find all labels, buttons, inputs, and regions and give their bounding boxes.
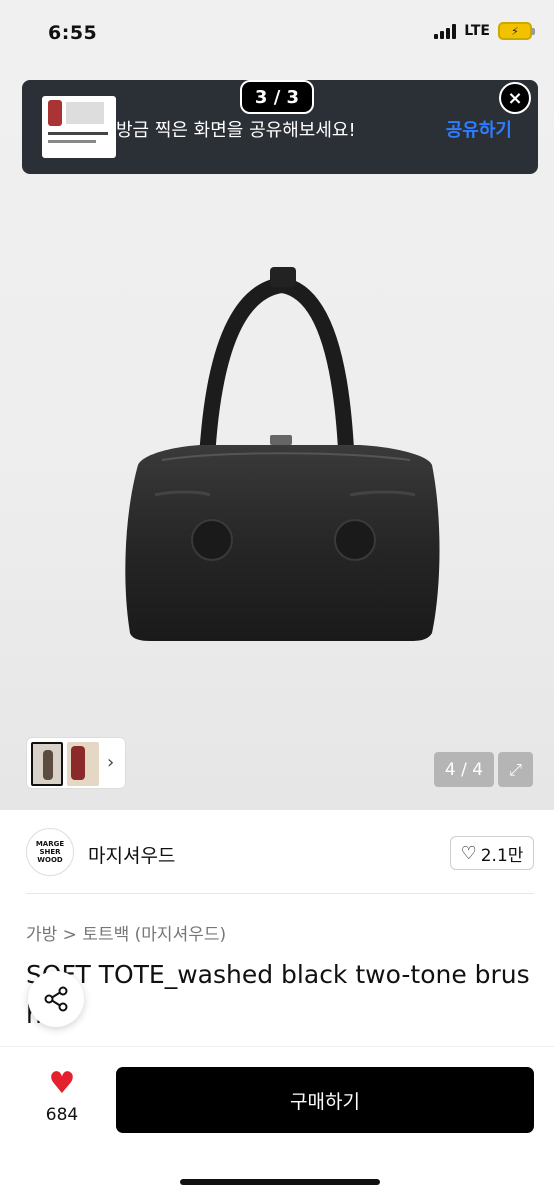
share-message: 방금 찍은 화면을 공유해보세요! [116, 120, 356, 141]
share-button[interactable] [28, 971, 84, 1027]
breadcrumb[interactable]: 가방 > 토트백 (마지셔우드) [26, 920, 226, 945]
wishlist-button[interactable]: ♥ 684 [34, 1066, 90, 1126]
status-time: 6:55 [48, 22, 98, 44]
chevron-right-icon[interactable]: › [107, 752, 114, 773]
wishlist-count: 684 [45, 1105, 79, 1125]
thumbnail-1[interactable] [31, 742, 63, 786]
product-title: SOFT TOTE_washed black two-tone brus [26, 960, 530, 989]
heart-filled-icon: ♥ [48, 1066, 76, 1101]
signal-icon [434, 23, 457, 39]
thumbnail-2[interactable] [67, 742, 99, 786]
status-bar: 6:55 LTE ⚡ [0, 0, 554, 70]
brand-name[interactable]: 마지셔우드 [88, 841, 175, 868]
heart-outline-icon: ♡ [460, 842, 477, 864]
home-indicator [180, 1179, 380, 1185]
close-icon[interactable]: × [499, 82, 531, 114]
brand-like-button[interactable]: ♡ 2.1만 [450, 836, 534, 870]
image-counter: 4 / 4 [434, 752, 494, 787]
screenshot-thumbnail[interactable] [42, 96, 116, 158]
expand-icon[interactable]: ⤢ [498, 752, 533, 787]
network-label: LTE [464, 23, 490, 39]
brand-logo[interactable]: MARGE SHER WOOD [26, 828, 74, 876]
divider [26, 893, 534, 894]
thumbnail-strip[interactable]: › [26, 737, 126, 789]
product-image[interactable] [110, 255, 450, 655]
brand-like-count: 2.1만 [480, 845, 524, 866]
share-icon [44, 986, 68, 1012]
charging-battery-icon: ⚡ [498, 22, 535, 40]
status-indicators: LTE ⚡ [434, 22, 535, 40]
screenshot-page-indicator: 3 / 3 [240, 80, 314, 114]
brand-row[interactable]: MARGE SHER WOOD 마지셔우드 ♡ 2.1만 [26, 828, 534, 878]
buy-button[interactable]: 구매하기 [116, 1067, 534, 1133]
bottom-action-bar: ♥ 684 구매하기 [0, 1046, 554, 1200]
product-gallery[interactable]: 6:55 LTE ⚡ 방금 찍은 화면을 공유해보세요! 공유하기 3 / 3 … [0, 0, 554, 810]
share-now-button[interactable]: 공유하기 [446, 116, 512, 142]
